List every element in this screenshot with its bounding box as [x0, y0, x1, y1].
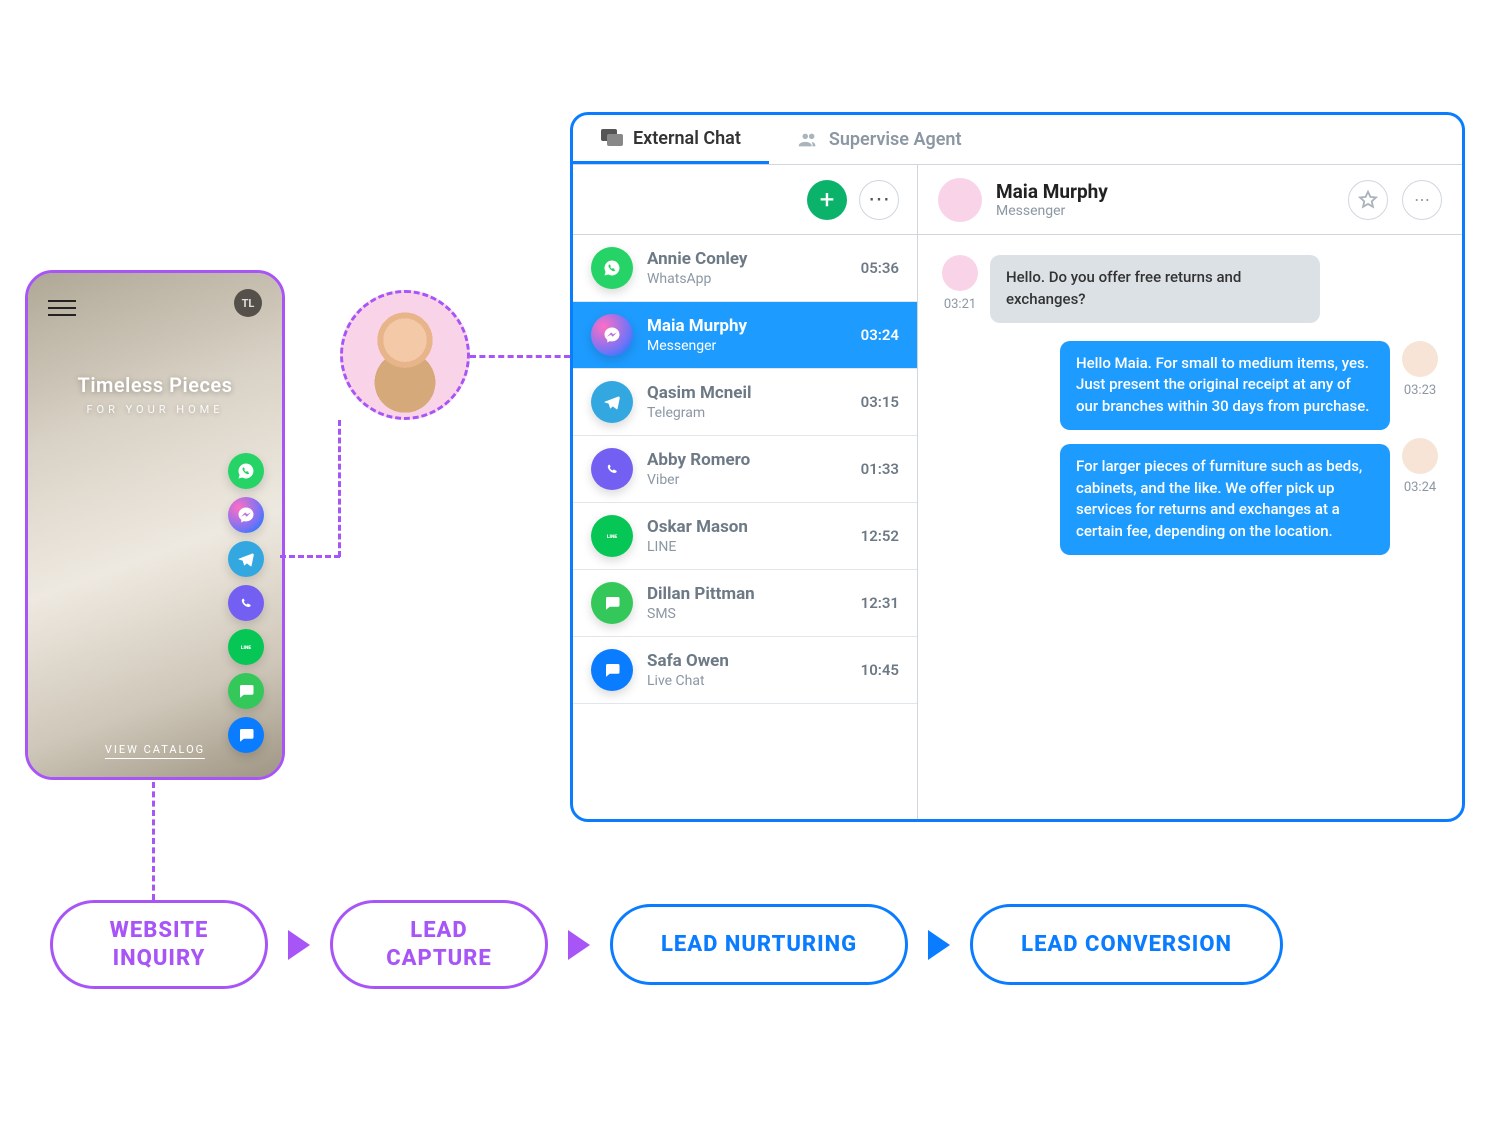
conversation-item[interactable]: Dillan Pittman SMS 12:31	[573, 570, 917, 637]
whatsapp-icon	[591, 247, 633, 289]
message-time: 03:21	[942, 297, 978, 312]
contact-name: Annie Conley	[647, 249, 847, 269]
conversation-time: 03:24	[861, 326, 899, 344]
hamburger-menu-icon[interactable]	[48, 295, 76, 321]
agents-icon	[797, 129, 819, 151]
sms-icon	[591, 582, 633, 624]
conversation-time: 01:33	[861, 460, 899, 478]
funnel-step-lead-nurturing: LEAD NURTURING	[610, 904, 908, 986]
contact-name: Maia Murphy	[647, 316, 847, 336]
incoming-message: Hello. Do you offer free returns and exc…	[990, 255, 1320, 323]
svg-text:LINE: LINE	[607, 534, 618, 540]
chat-header-name: Maia Murphy	[996, 180, 1108, 203]
conversation-time: 12:52	[861, 527, 899, 545]
outgoing-message: For larger pieces of furniture such as b…	[1060, 444, 1390, 555]
lead-funnel-row: WEBSITE INQUIRY LEAD CAPTURE LEAD NURTUR…	[50, 900, 1283, 989]
chat-header-source: Messenger	[996, 203, 1108, 219]
contact-name: Abby Romero	[647, 450, 847, 470]
lead-avatar	[340, 290, 470, 420]
view-catalog-link[interactable]: VIEW CATALOG	[105, 743, 205, 759]
tab-label: External Chat	[633, 128, 741, 149]
conversation-item[interactable]: LINE Oskar Mason LINE 12:52	[573, 503, 917, 570]
line-icon[interactable]: LINE	[228, 629, 264, 665]
arrow-right-icon	[568, 930, 590, 960]
contact-source: SMS	[647, 606, 847, 622]
chat-dashboard-panel: External Chat Supervise Agent + ⋯ Annie …	[570, 112, 1465, 822]
chat-thread-pane: Maia Murphy Messenger ⋯ 03:21 Hello. Do …	[918, 165, 1462, 819]
tab-external-chat[interactable]: External Chat	[573, 115, 769, 164]
arrow-right-icon	[288, 930, 310, 960]
contact-name: Oskar Mason	[647, 517, 847, 537]
funnel-step-lead-conversion: LEAD CONVERSION	[970, 904, 1283, 986]
viber-icon[interactable]	[228, 585, 264, 621]
tab-label: Supervise Agent	[829, 129, 962, 150]
agent-avatar	[1402, 438, 1438, 474]
arrow-right-icon	[928, 930, 950, 960]
tab-supervise-agent[interactable]: Supervise Agent	[769, 115, 990, 164]
chat-header: Maia Murphy Messenger ⋯	[918, 165, 1462, 235]
phone-headline: Timeless Pieces	[28, 373, 282, 397]
outgoing-message: Hello Maia. For small to medium items, y…	[1060, 341, 1390, 430]
contact-name: Safa Owen	[647, 651, 847, 671]
connector-line	[152, 782, 155, 900]
viber-icon	[591, 448, 633, 490]
phone-subhead: FOR YOUR HOME	[28, 403, 282, 416]
conversation-item[interactable]: Maia Murphy Messenger 03:24	[573, 302, 917, 369]
telegram-icon[interactable]	[228, 541, 264, 577]
contact-source: Live Chat	[647, 673, 847, 689]
contact-source: Viber	[647, 472, 847, 488]
star-button[interactable]	[1348, 180, 1388, 220]
customer-avatar	[942, 255, 978, 291]
livechat-icon	[591, 649, 633, 691]
star-icon	[1357, 189, 1379, 211]
conversation-time: 10:45	[861, 661, 899, 679]
contact-source: Messenger	[647, 338, 847, 354]
telegram-icon	[591, 381, 633, 423]
contact-name: Qasim Mcneil	[647, 383, 847, 403]
message-time: 03:24	[1402, 480, 1438, 495]
livechat-icon[interactable]	[228, 717, 264, 753]
message-time: 03:23	[1402, 383, 1438, 398]
conversation-time: 05:36	[861, 259, 899, 277]
contact-source: Telegram	[647, 405, 847, 421]
conversation-time: 12:31	[861, 594, 899, 612]
chat-more-button[interactable]: ⋯	[1402, 180, 1442, 220]
list-more-button[interactable]: ⋯	[859, 180, 899, 220]
funnel-step-website-inquiry: WEBSITE INQUIRY	[50, 900, 268, 989]
contact-name: Dillan Pittman	[647, 584, 847, 604]
phone-hero-image: TL Timeless Pieces FOR YOUR HOME LINE VI…	[28, 273, 282, 777]
conversation-item[interactable]: Abby Romero Viber 01:33	[573, 436, 917, 503]
conversation-list: + ⋯ Annie Conley WhatsApp 05:36 Maia Murp…	[573, 165, 918, 819]
connector-line	[470, 355, 570, 358]
contact-source: WhatsApp	[647, 271, 847, 287]
whatsapp-icon[interactable]	[228, 453, 264, 489]
agent-avatar	[1402, 341, 1438, 377]
funnel-step-lead-capture: LEAD CAPTURE	[330, 900, 548, 989]
channel-icon-rail: LINE	[228, 453, 264, 753]
messenger-icon[interactable]	[228, 497, 264, 533]
brand-logo: TL	[234, 289, 262, 317]
connector-line	[338, 420, 341, 557]
new-conversation-button[interactable]: +	[807, 180, 847, 220]
sms-icon[interactable]	[228, 673, 264, 709]
conversation-item[interactable]: Safa Owen Live Chat 10:45	[573, 637, 917, 704]
contact-avatar	[938, 178, 982, 222]
connector-line	[280, 555, 340, 558]
conversation-time: 03:15	[861, 393, 899, 411]
website-phone-mockup: TL Timeless Pieces FOR YOUR HOME LINE VI…	[25, 270, 285, 780]
line-icon: LINE	[591, 515, 633, 557]
conversation-item[interactable]: Qasim Mcneil Telegram 03:15	[573, 369, 917, 436]
contact-source: LINE	[647, 539, 847, 555]
messenger-icon	[591, 314, 633, 356]
conversation-item[interactable]: Annie Conley WhatsApp 05:36	[573, 235, 917, 302]
panel-tabs: External Chat Supervise Agent	[573, 115, 1462, 165]
chat-stack-icon	[601, 127, 623, 149]
svg-text:LINE: LINE	[241, 645, 252, 651]
